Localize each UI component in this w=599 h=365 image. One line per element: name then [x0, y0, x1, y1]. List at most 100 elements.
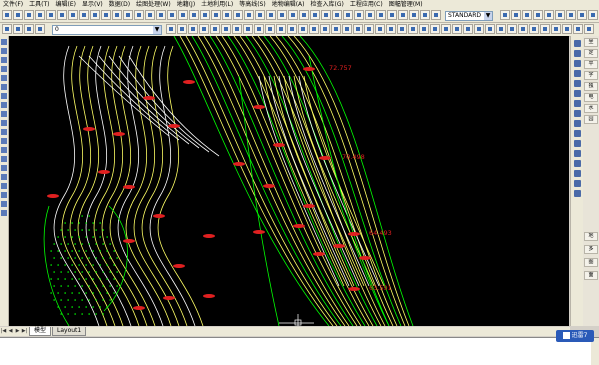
toolbar-button[interactable]: [331, 24, 341, 34]
menu-draw-process[interactable]: 绘图处理(W): [133, 0, 174, 9]
toolbar-button[interactable]: [266, 10, 276, 20]
tool-button[interactable]: [1, 129, 7, 135]
panel-item[interactable]: 图: [584, 258, 598, 267]
panel-item[interactable]: 地: [584, 232, 598, 241]
tool-button[interactable]: [1, 57, 7, 63]
panel-item[interactable]: 定: [584, 49, 598, 58]
toolbar-button[interactable]: [353, 24, 363, 34]
tool-button[interactable]: [574, 60, 581, 67]
menu-contour[interactable]: 等高线(S): [236, 0, 269, 9]
toolbar-button[interactable]: [2, 10, 12, 20]
toolbar-button[interactable]: [584, 24, 594, 34]
tool-button[interactable]: [574, 90, 581, 97]
toolbar-button[interactable]: [397, 24, 407, 34]
toolbar-button[interactable]: [375, 24, 385, 34]
menu-sheet-manage[interactable]: 图幅管理(M): [386, 0, 426, 9]
toolbar-button[interactable]: [540, 24, 550, 34]
tool-button[interactable]: [1, 174, 7, 180]
panel-item[interactable]: 独: [584, 82, 598, 91]
tool-button[interactable]: [574, 170, 581, 177]
tool-button[interactable]: [574, 100, 581, 107]
tool-button[interactable]: [574, 150, 581, 157]
toolbar-button[interactable]: [232, 24, 242, 34]
toolbar-button[interactable]: [419, 24, 429, 34]
toolbar-button[interactable]: [298, 24, 308, 34]
toolbar-button[interactable]: [210, 24, 220, 34]
toolbar-button[interactable]: [254, 24, 264, 34]
toolbar-button[interactable]: [309, 24, 319, 34]
tool-button[interactable]: [1, 102, 7, 108]
toolbar-button[interactable]: [134, 10, 144, 20]
toolbar-button[interactable]: [211, 10, 221, 20]
toolbar-button[interactable]: [123, 10, 133, 20]
panel-item[interactable]: 平: [584, 60, 598, 69]
toolbar-button[interactable]: [277, 10, 287, 20]
tool-button[interactable]: [1, 93, 7, 99]
tool-button[interactable]: [1, 156, 7, 162]
tool-button[interactable]: [1, 75, 7, 81]
panel-item[interactable]: 水: [584, 104, 598, 113]
toolbar-button[interactable]: [544, 10, 554, 20]
toolbar-button[interactable]: [244, 10, 254, 20]
text-style-combo[interactable]: STANDARD ▼: [445, 11, 493, 21]
tool-button[interactable]: [574, 190, 581, 197]
toolbar-button[interactable]: [35, 24, 45, 34]
toolbar-button[interactable]: [35, 10, 45, 20]
toolbar-button[interactable]: [199, 24, 209, 34]
panel-item[interactable]: 字: [584, 71, 598, 80]
toolbar-button[interactable]: [276, 24, 286, 34]
toolbar-button[interactable]: [533, 10, 543, 20]
toolbar-button[interactable]: [387, 10, 397, 20]
tool-button[interactable]: [1, 210, 7, 216]
toolbar-button[interactable]: [222, 10, 232, 20]
panel-item[interactable]: 面: [584, 271, 598, 280]
toolbar-button[interactable]: [463, 24, 473, 34]
chevron-down-icon[interactable]: ▼: [153, 26, 161, 34]
toolbar-button[interactable]: [145, 10, 155, 20]
toolbar-button[interactable]: [46, 10, 56, 20]
panel-item[interactable]: 坐: [584, 38, 598, 47]
toolbar-button[interactable]: [485, 24, 495, 34]
toolbar-button[interactable]: [408, 24, 418, 34]
toolbar-button[interactable]: [24, 24, 34, 34]
tool-button[interactable]: [1, 165, 7, 171]
tool-button[interactable]: [574, 120, 581, 127]
panel-item[interactable]: 电: [584, 93, 598, 102]
toolbar-button[interactable]: [386, 24, 396, 34]
tool-button[interactable]: [1, 192, 7, 198]
toolbar-button[interactable]: [177, 24, 187, 34]
tab-layout1[interactable]: Layout1: [52, 327, 87, 336]
tool-button[interactable]: [574, 110, 581, 117]
menu-file[interactable]: 文件(F): [0, 0, 26, 9]
toolbar-button[interactable]: [288, 10, 298, 20]
toolbar-button[interactable]: [551, 24, 561, 34]
toolbar-button[interactable]: [221, 24, 231, 34]
toolbar-button[interactable]: [588, 10, 598, 20]
toolbar-button[interactable]: [310, 10, 320, 20]
toolbar-button[interactable]: [496, 24, 506, 34]
toolbar-button[interactable]: [178, 10, 188, 20]
toolbar-button[interactable]: [343, 10, 353, 20]
tab-nav-last[interactable]: ▶|: [21, 328, 28, 335]
toolbar-button[interactable]: [562, 24, 572, 34]
toolbar-button[interactable]: [409, 10, 419, 20]
toolbar-button[interactable]: [287, 24, 297, 34]
tool-button[interactable]: [1, 183, 7, 189]
toolbar-button[interactable]: [420, 10, 430, 20]
toolbar-button[interactable]: [243, 24, 253, 34]
toolbar-button[interactable]: [376, 10, 386, 20]
toolbar-button[interactable]: [166, 24, 176, 34]
toolbar-button[interactable]: [332, 10, 342, 20]
toolbar-button[interactable]: [255, 10, 265, 20]
toolbar-button[interactable]: [233, 10, 243, 20]
drawing-canvas[interactable]: 72.757 70.498 64.493 63.591: [9, 36, 569, 326]
toolbar-button[interactable]: [529, 24, 539, 34]
toolbar-button[interactable]: [299, 10, 309, 20]
menu-cadastre[interactable]: 地籍(J): [174, 0, 198, 9]
toolbar-button[interactable]: [365, 10, 375, 20]
menu-engineering[interactable]: 工程应用(C): [347, 0, 386, 9]
tool-button[interactable]: [1, 147, 7, 153]
tool-button[interactable]: [574, 50, 581, 57]
tool-button[interactable]: [1, 120, 7, 126]
tool-button[interactable]: [574, 70, 581, 77]
